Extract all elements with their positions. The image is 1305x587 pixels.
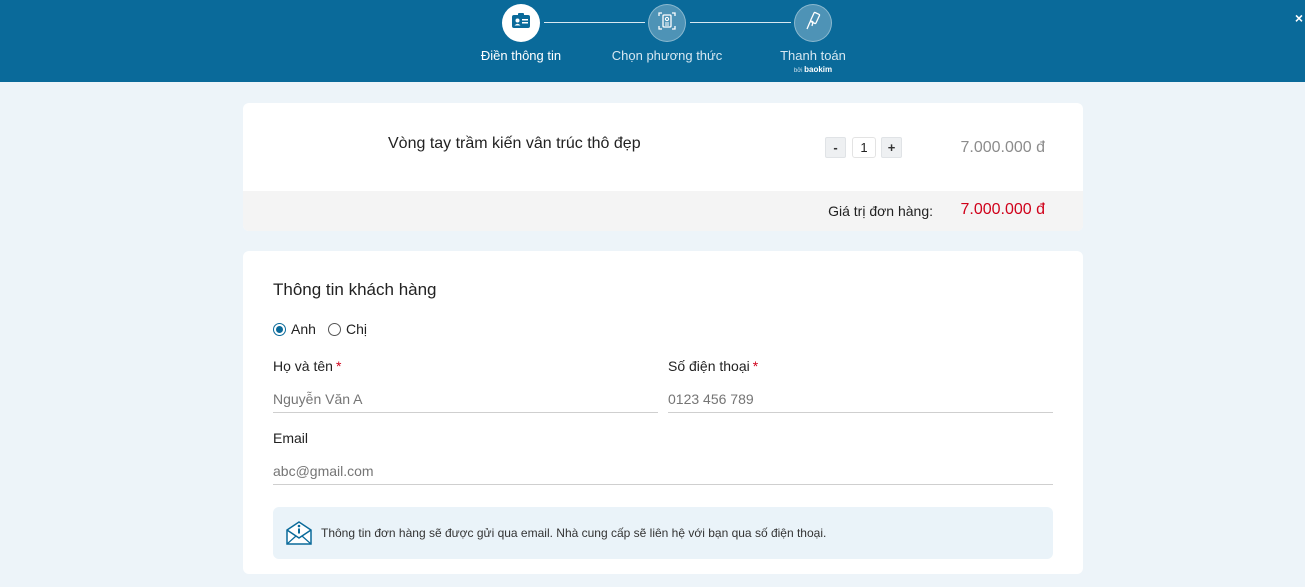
id-card-icon bbox=[511, 12, 531, 34]
required-marker: * bbox=[752, 358, 759, 374]
document-select-icon bbox=[657, 11, 677, 36]
order-total-label: Giá trị đơn hàng: bbox=[828, 203, 933, 219]
provider-prefix: bởi bbox=[793, 68, 803, 74]
gender-label-chi: Chị bbox=[346, 321, 368, 337]
step-3-label[interactable]: Thanh toán bbox=[780, 48, 846, 63]
order-total-row: Giá trị đơn hàng: 7.000.000 đ bbox=[243, 191, 1083, 231]
radio-checked-icon[interactable] bbox=[273, 322, 286, 336]
qty-decrease-button[interactable]: - bbox=[825, 137, 846, 158]
phone-label: Số điện thoại * bbox=[668, 358, 758, 374]
email-input[interactable] bbox=[273, 458, 1053, 485]
product-price: 7.000.000 đ bbox=[960, 139, 1045, 156]
step-connector-2 bbox=[690, 22, 791, 23]
gender-label-anh: Anh bbox=[291, 321, 316, 337]
step-2-circle[interactable] bbox=[648, 4, 686, 42]
name-label: Họ và tên * bbox=[273, 358, 341, 374]
step-connector-1 bbox=[544, 22, 645, 23]
mail-info-icon bbox=[285, 518, 313, 551]
step-1-circle[interactable] bbox=[502, 4, 540, 42]
customer-info-card: Thông tin khách hàng Anh Chị Họ và tên * … bbox=[243, 251, 1083, 574]
email-label: Email bbox=[273, 430, 309, 446]
provider-brand: baokim bbox=[804, 65, 833, 74]
notice-box: Thông tin đơn hàng sẽ được gửi qua email… bbox=[273, 507, 1053, 559]
close-icon[interactable]: × bbox=[1295, 11, 1303, 25]
step-1-label[interactable]: Điền thông tin bbox=[481, 48, 561, 63]
product-name: Vòng tay trầm kiến vân trúc thô đẹp bbox=[388, 135, 641, 152]
name-label-text: Họ và tên bbox=[273, 358, 333, 374]
section-title: Thông tin khách hàng bbox=[273, 280, 437, 299]
payment-hand-icon bbox=[803, 11, 823, 36]
gender-radio-anh[interactable]: Anh bbox=[273, 321, 316, 337]
gender-radio-chi[interactable]: Chị bbox=[328, 321, 367, 337]
required-marker: * bbox=[335, 358, 342, 374]
notice-text: Thông tin đơn hàng sẽ được gửi qua email… bbox=[321, 526, 827, 540]
step-2-label[interactable]: Chọn phương thức bbox=[612, 48, 723, 63]
order-total-value: 7.000.000 đ bbox=[960, 201, 1045, 218]
qty-increase-button[interactable]: + bbox=[881, 137, 902, 158]
phone-label-text: Số điện thoại bbox=[668, 358, 750, 374]
radio-unchecked-icon[interactable] bbox=[328, 322, 341, 336]
order-summary-card: Vòng tay trầm kiến vân trúc thô đẹp - 1 … bbox=[243, 103, 1083, 231]
qty-value[interactable]: 1 bbox=[852, 137, 876, 158]
full-name-input[interactable] bbox=[273, 386, 658, 413]
checkout-header: × Điền thông tin Chọn phương thức Thanh … bbox=[0, 0, 1305, 82]
step-3-circle[interactable] bbox=[794, 4, 832, 42]
step-3-provider: bởi baokim bbox=[794, 65, 832, 74]
phone-input[interactable] bbox=[668, 386, 1053, 413]
